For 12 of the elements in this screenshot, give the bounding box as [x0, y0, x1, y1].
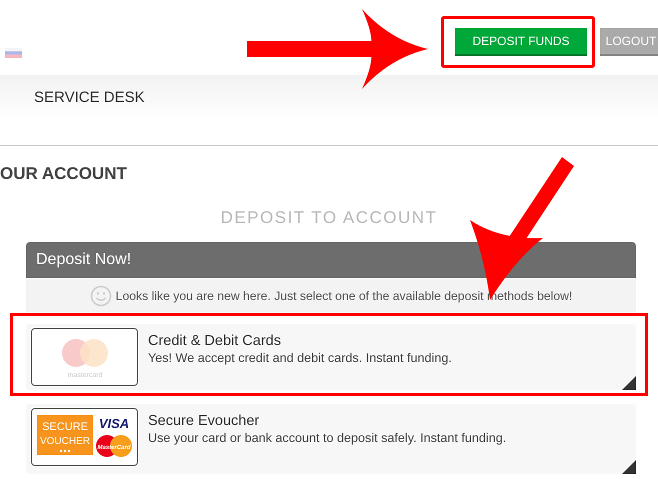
method-description: Use your card or bank account to deposit safely. Instant funding. — [148, 431, 506, 445]
page-title: OUR ACCOUNT — [0, 164, 128, 185]
corner-triangle-icon — [622, 376, 636, 390]
nav-link[interactable]: SERVICE DESK — [34, 89, 145, 106]
section-title: DEPOSIT TO ACCOUNT — [220, 208, 438, 228]
method-title: Credit & Debit Cards — [148, 333, 282, 349]
method-description: Yes! We accept credit and debit cards. Instant funding. — [148, 351, 452, 365]
smiley-icon — [90, 284, 112, 306]
flag-icon[interactable] — [5, 48, 22, 58]
corner-triangle-icon — [622, 460, 636, 474]
method-title: Secure Evoucher — [148, 413, 260, 429]
panel-title: Deposit Now! — [36, 251, 132, 269]
